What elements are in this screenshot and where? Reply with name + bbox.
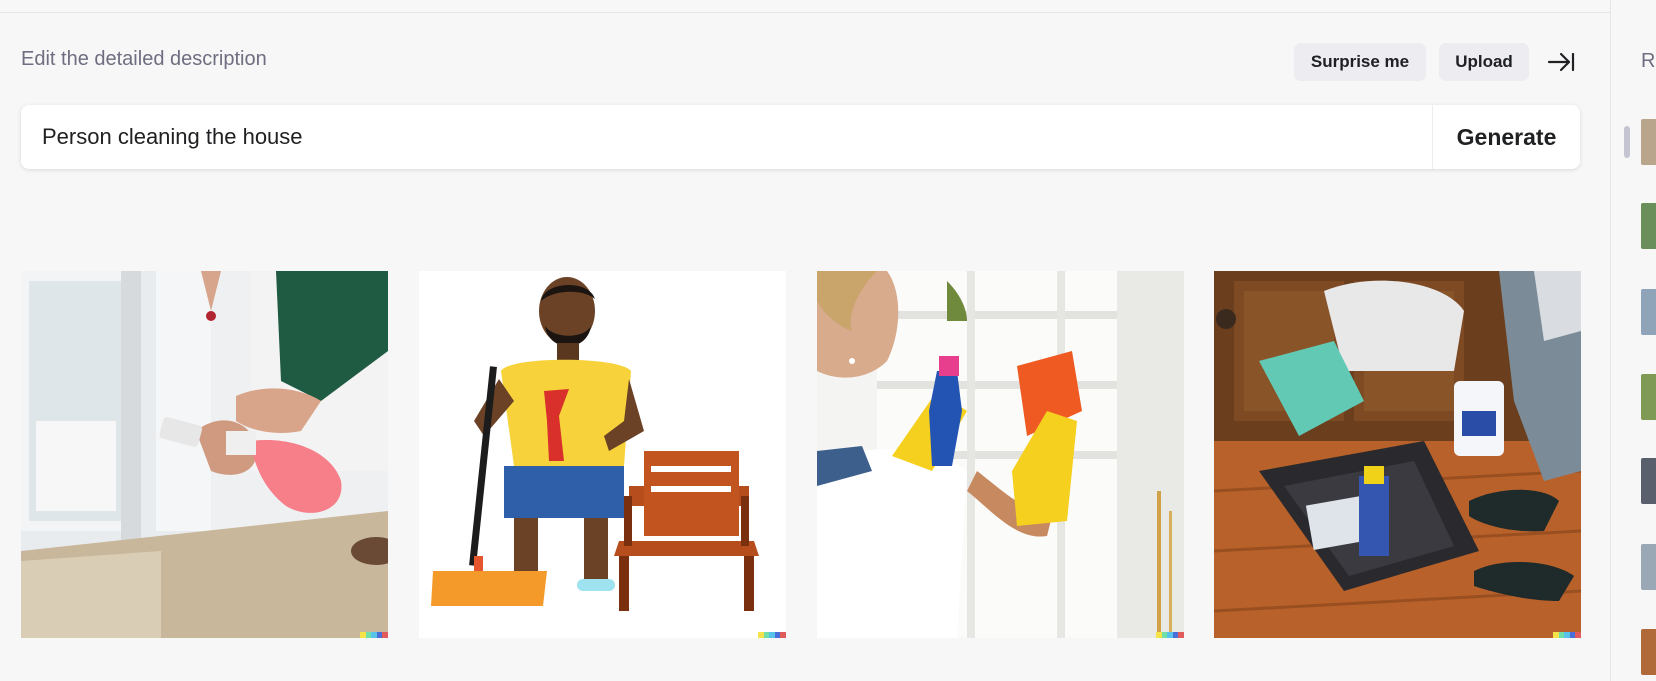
result-image-1[interactable] [21, 271, 388, 638]
signature-swatch [780, 632, 786, 638]
history-thumbnail[interactable] [1641, 203, 1656, 249]
upload-button[interactable]: Upload [1439, 43, 1529, 81]
collapse-history-button[interactable] [1545, 48, 1577, 76]
man-broom-illustration [419, 271, 786, 638]
sidebar-title: R [1641, 50, 1656, 72]
main-panel: Edit the detailed description Surprise m… [0, 0, 1610, 681]
history-thumbnail[interactable] [1641, 629, 1656, 675]
arrow-right-to-bar-icon [1547, 52, 1575, 72]
history-thumbnail[interactable] [1641, 119, 1656, 165]
sidebar-scrollbar[interactable] [1624, 126, 1630, 158]
history-thumbnail[interactable] [1641, 458, 1656, 504]
signature-swatch [382, 632, 388, 638]
history-thumbnail[interactable] [1641, 544, 1656, 590]
image-signature [360, 632, 388, 638]
image-signature [1156, 632, 1184, 638]
signature-swatch [1575, 632, 1581, 638]
editor-heading: Edit the detailed description [21, 48, 267, 70]
basket-floor-photo [1214, 271, 1581, 638]
image-signature [1553, 632, 1581, 638]
history-thumbnail[interactable] [1641, 289, 1656, 335]
result-image-4[interactable] [1214, 271, 1581, 638]
history-sidebar: R [1610, 0, 1656, 681]
prompt-input[interactable] [42, 105, 1422, 169]
image-signature [758, 632, 786, 638]
result-image-2[interactable] [419, 271, 786, 638]
prompt-bar: Generate [21, 105, 1580, 169]
surprise-me-button[interactable]: Surprise me [1294, 43, 1426, 81]
signature-swatch [1178, 632, 1184, 638]
generate-button[interactable]: Generate [1433, 105, 1580, 169]
history-thumbnail[interactable] [1641, 374, 1656, 420]
result-image-3[interactable] [817, 271, 1184, 638]
spray-door-photo [21, 271, 388, 638]
woman-gloves-photo [817, 271, 1184, 638]
